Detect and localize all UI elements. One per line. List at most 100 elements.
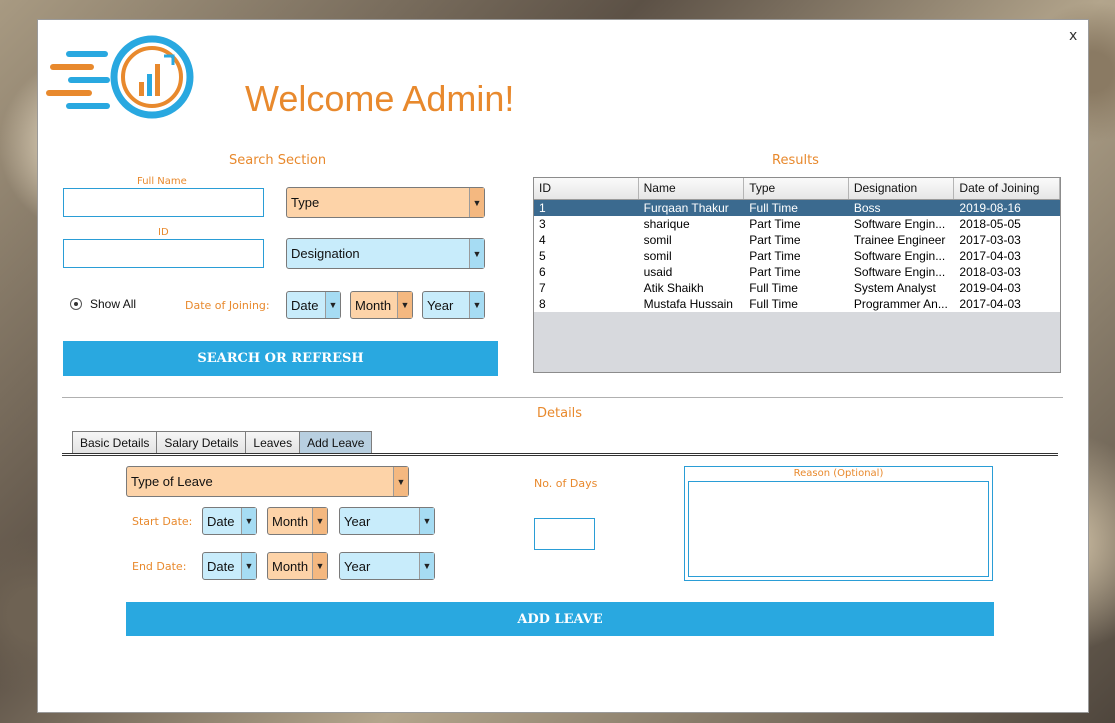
table-cell: somil (643, 233, 672, 247)
type-of-leave-combo[interactable]: Type of Leave ▼ (126, 466, 409, 497)
add-leave-button[interactable]: ADD LEAVE (126, 602, 994, 636)
table-cell: 2017-04-03 (959, 249, 1021, 263)
table-cell: Part Time (749, 265, 801, 279)
table-cell: 7 (539, 281, 546, 295)
start-date-combo[interactable]: Date ▼ (202, 507, 257, 535)
no-of-days-label: No. of Days (534, 477, 598, 490)
designation-combo[interactable]: Designation ▼ (286, 238, 485, 269)
table-header: ID Name Type Designation Date of Joining (534, 178, 1060, 200)
table-cell: Programmer An... (853, 297, 948, 311)
tab-underline (62, 453, 1058, 456)
table-cell: Software Engin... (853, 249, 946, 263)
show-all-radio[interactable] (70, 298, 82, 310)
table-cell: sharique (643, 217, 690, 231)
table-cell: Atik Shaikh (643, 281, 704, 295)
date-of-joining-label: Date of Joining: (185, 299, 270, 312)
table-cell: Boss (853, 201, 881, 215)
table-cell: Part Time (749, 217, 801, 231)
table-cell: 2019-08-16 (959, 201, 1021, 215)
no-of-days-input[interactable] (534, 518, 595, 550)
column-header-name[interactable]: Name (639, 178, 745, 199)
start-year-value: Year (344, 513, 371, 529)
chevron-down-icon: ▼ (312, 553, 327, 579)
type-combo[interactable]: Type ▼ (286, 187, 485, 218)
section-divider (62, 397, 1063, 398)
end-date-combo[interactable]: Date ▼ (202, 552, 257, 580)
chevron-down-icon: ▼ (393, 467, 408, 496)
joining-month-combo[interactable]: Month ▼ (350, 291, 413, 319)
column-header-designation[interactable]: Designation (849, 178, 955, 199)
end-year-combo[interactable]: Year ▼ (339, 552, 435, 580)
welcome-title: Welcome Admin! (245, 78, 515, 119)
table-row[interactable]: 7 Atik Shaikh Full Time System Analyst 2019-… (534, 280, 1060, 296)
end-date-value: Date (207, 558, 235, 574)
reason-box: Reason (Optional) (684, 466, 993, 581)
tab-salary-details[interactable]: Salary Details (156, 431, 247, 454)
end-month-value: Month (272, 558, 309, 574)
joining-year-combo[interactable]: Year ▼ (422, 291, 485, 319)
tab-add-leave[interactable]: Add Leave (299, 431, 373, 454)
reason-textarea[interactable] (688, 481, 989, 577)
table-cell: Part Time (749, 233, 801, 247)
table-cell: 2018-03-03 (959, 265, 1021, 279)
joining-date-label: Date (291, 297, 319, 313)
start-year-combo[interactable]: Year ▼ (339, 507, 435, 535)
results-table: ID Name Type Designation Date of Joining… (533, 177, 1061, 373)
chevron-down-icon: ▼ (469, 292, 484, 318)
column-header-type[interactable]: Type (744, 178, 849, 199)
end-year-value: Year (344, 558, 371, 574)
chevron-down-icon: ▼ (419, 553, 434, 579)
table-row[interactable]: 4 somil Part Time Trainee Engineer 2017-03-0… (534, 232, 1060, 248)
full-name-input[interactable] (63, 188, 264, 217)
table-cell: 3 (539, 217, 546, 231)
table-body: 1 Furqaan Thakur Full Time Boss 2019-08-16 3 s… (534, 200, 1060, 312)
table-row[interactable]: 1 Furqaan Thakur Full Time Boss 2019-08-16 (534, 200, 1060, 216)
column-header-date-of-joining[interactable]: Date of Joining (954, 178, 1060, 199)
table-cell: Furqaan Thakur (643, 201, 729, 215)
id-input[interactable] (63, 239, 264, 268)
end-month-combo[interactable]: Month ▼ (267, 552, 328, 580)
table-cell: 8 (539, 297, 546, 311)
id-label: ID (158, 227, 169, 238)
table-cell: Full Time (749, 201, 798, 215)
full-name-label: Full Name (137, 176, 187, 187)
table-cell: 2018-05-05 (959, 217, 1021, 231)
table-cell: 2017-03-03 (959, 233, 1021, 247)
table-cell: Full Time (749, 281, 798, 295)
table-cell: 4 (539, 233, 546, 247)
type-combo-label: Type (291, 195, 320, 210)
table-row[interactable]: 3 sharique Part Time Software Engin... 2018-… (534, 216, 1060, 232)
chevron-down-icon: ▼ (469, 239, 484, 268)
search-section-title: Search Section (229, 153, 327, 168)
joining-year-label: Year (427, 297, 454, 313)
start-month-combo[interactable]: Month ▼ (267, 507, 328, 535)
close-button[interactable]: x (1069, 28, 1077, 44)
tab-leaves[interactable]: Leaves (245, 431, 301, 454)
joining-date-combo[interactable]: Date ▼ (286, 291, 341, 319)
table-cell: Part Time (749, 249, 801, 263)
table-row[interactable]: 5 somil Part Time Software Engin... 2017-04-… (534, 248, 1060, 264)
table-cell: 1 (539, 201, 546, 215)
designation-combo-label: Designation (291, 246, 360, 261)
table-cell: Software Engin... (853, 217, 946, 231)
table-cell: 6 (539, 265, 546, 279)
joining-month-label: Month (355, 297, 392, 313)
main-window: x Welcome Admin! Search Section Full Nam… (37, 19, 1089, 713)
table-row[interactable]: 6 usaid Part Time Software Engin... 2018-03-… (534, 264, 1060, 280)
table-cell: System Analyst (853, 281, 936, 295)
search-refresh-button[interactable]: SEARCH OR REFRESH (63, 341, 498, 376)
tab-basic-details[interactable]: Basic Details (72, 431, 158, 454)
chevron-down-icon: ▼ (419, 508, 434, 534)
column-header-id[interactable]: ID (534, 178, 639, 199)
details-tab-bar: Basic Details Salary Details Leaves Add … (72, 431, 373, 454)
table-row[interactable]: 8 Mustafa Hussain Full Time Programmer An..… (534, 296, 1060, 312)
details-title: Details (537, 406, 583, 421)
results-title: Results (772, 153, 819, 168)
table-cell: Software Engin... (853, 265, 946, 279)
start-date-label: Start Date: (132, 515, 193, 528)
logo-icon (46, 35, 194, 119)
reason-label: Reason (Optional) (793, 468, 884, 479)
type-of-leave-label: Type of Leave (131, 474, 213, 489)
table-cell: usaid (643, 265, 673, 279)
table-cell: Trainee Engineer (853, 233, 946, 247)
